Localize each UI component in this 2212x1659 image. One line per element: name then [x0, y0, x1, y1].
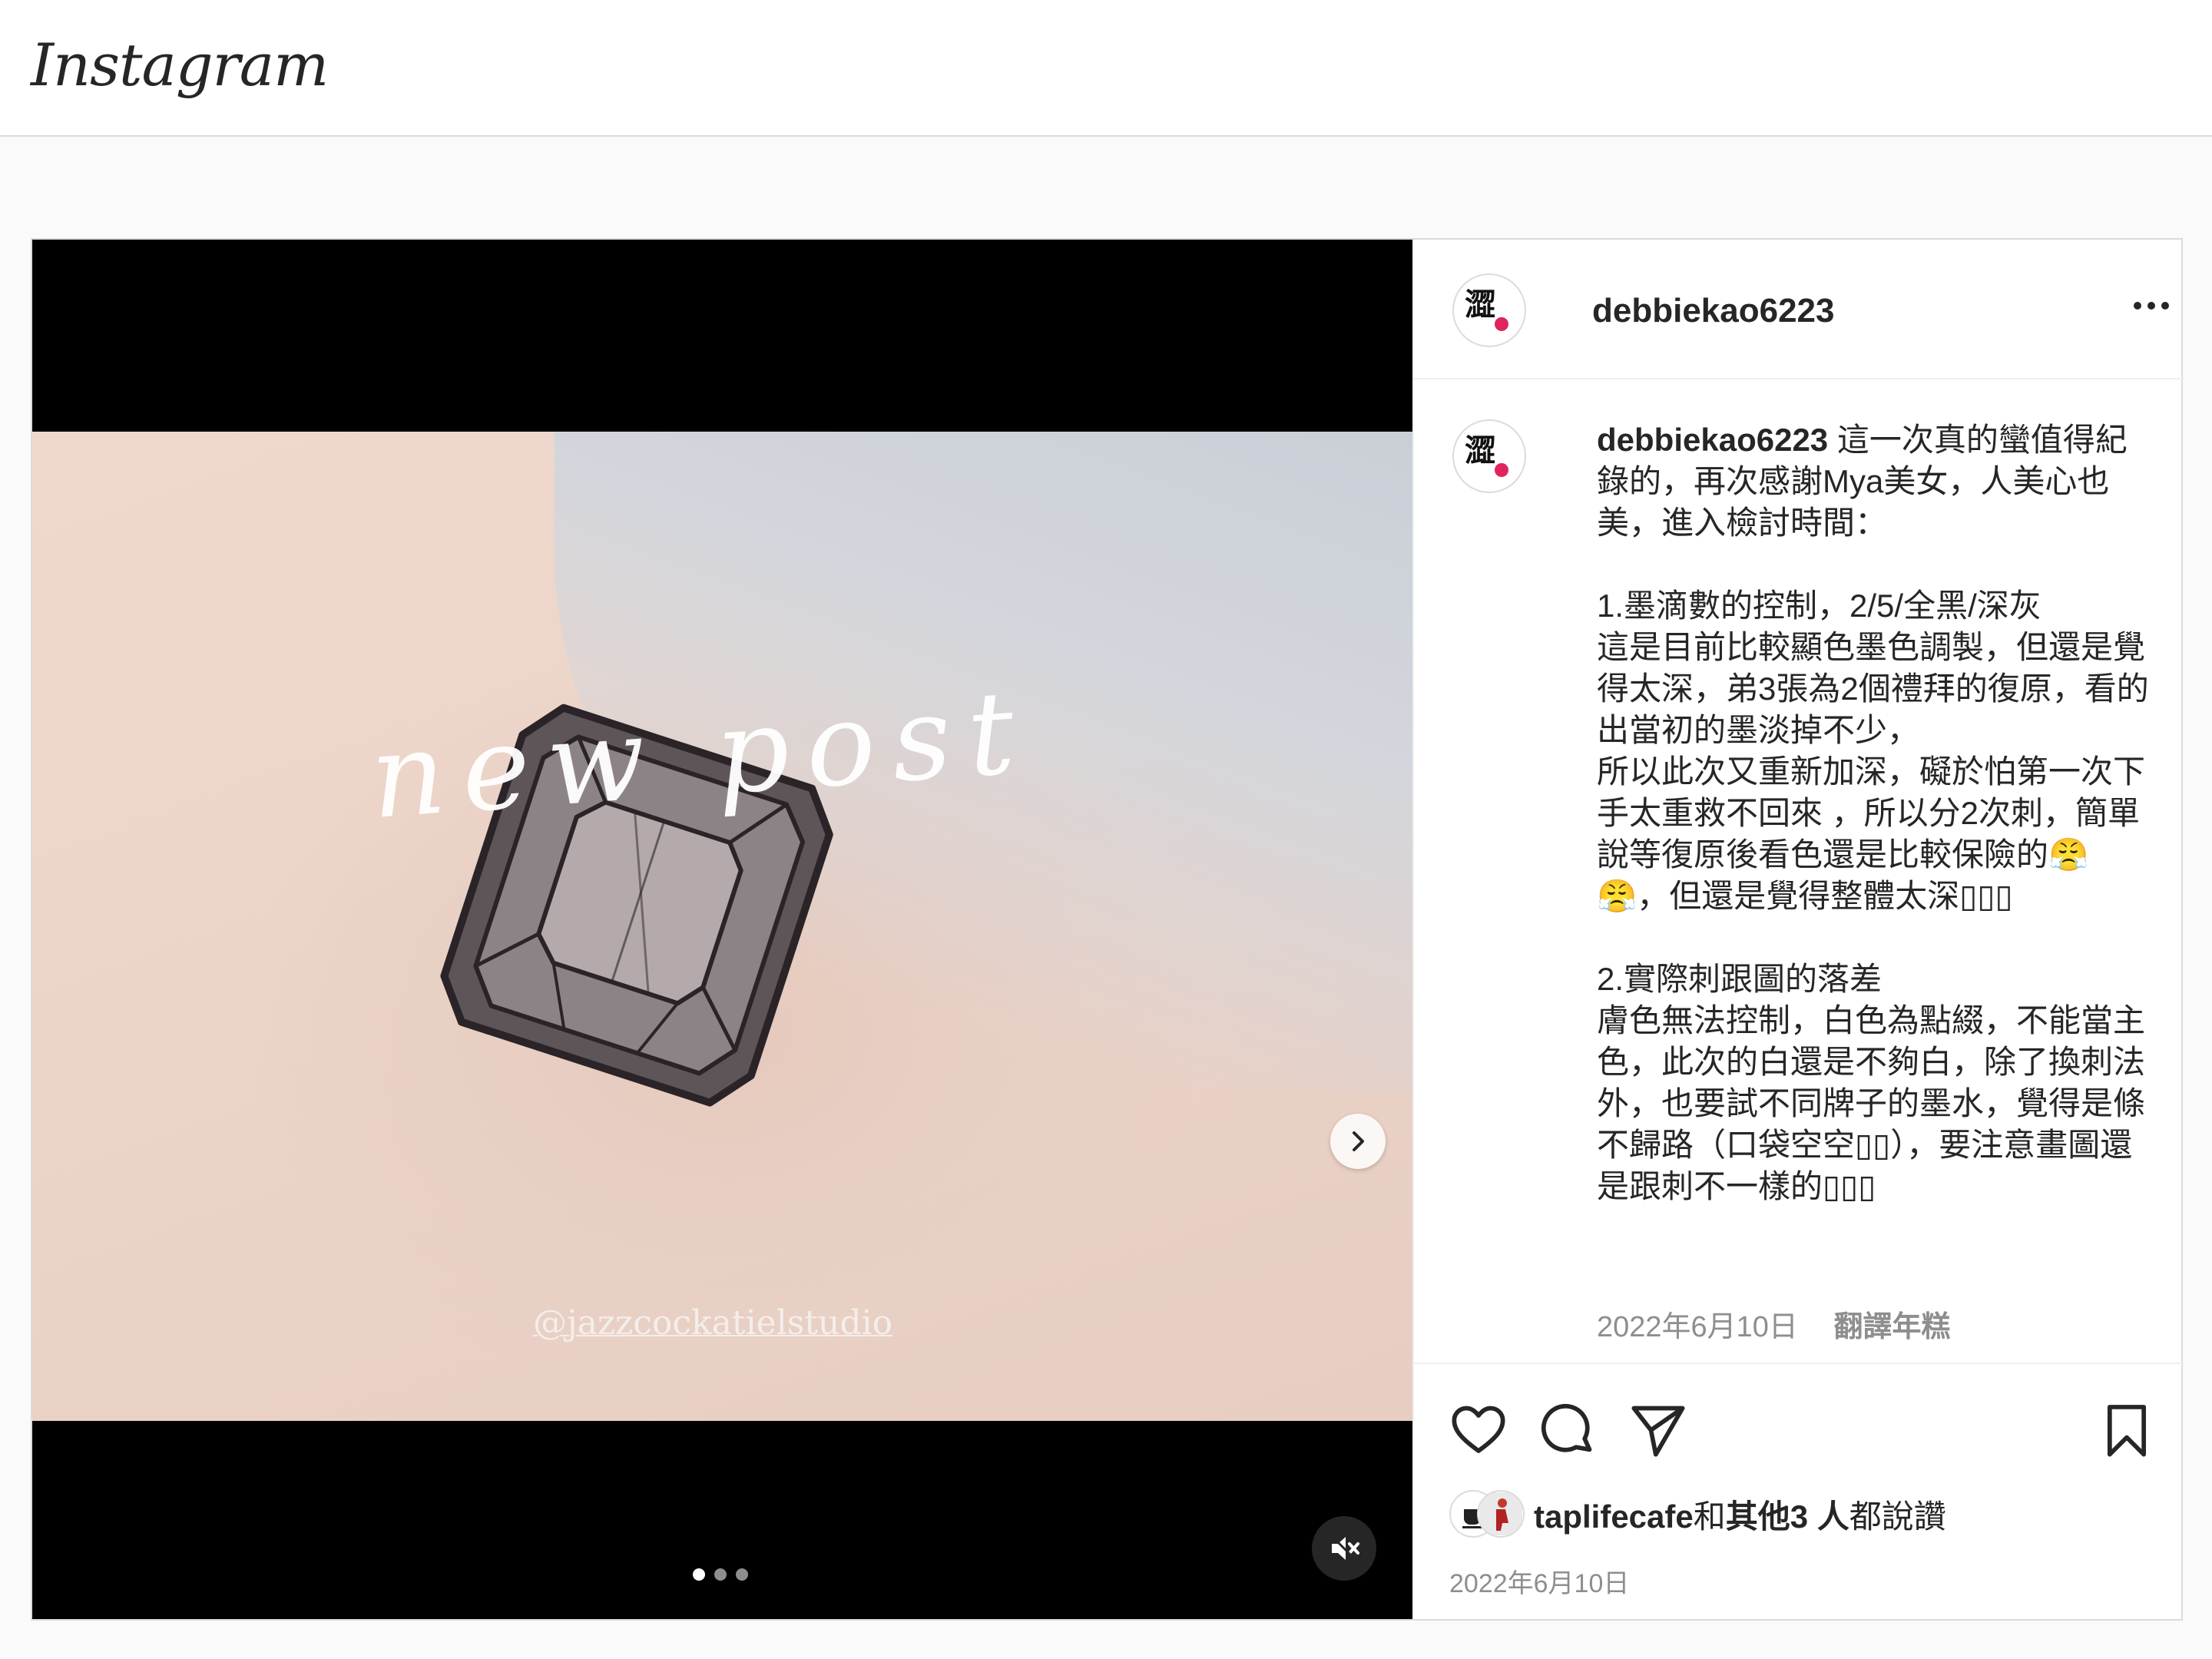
more-horizontal-icon — [2134, 302, 2169, 310]
more-options-button[interactable] — [2128, 290, 2174, 321]
gem-tattoo-illustration: new post — [366, 665, 1035, 1107]
chevron-right-icon — [1353, 1131, 1364, 1151]
top-bar: Instagram — [0, 0, 2212, 137]
svg-text:澀: 澀 — [1465, 287, 1495, 323]
avatar[interactable]: 澀 — [1452, 419, 1526, 493]
caption-date: 2022年6月10日 — [1597, 1311, 1798, 1343]
post-date[interactable]: 2022年6月10日 — [1449, 1562, 1629, 1600]
runner-avatar-logo — [1479, 1492, 1522, 1535]
carousel-indicator — [693, 1568, 748, 1581]
comment-button[interactable] — [1538, 1401, 1597, 1459]
carousel-dot-1 — [693, 1568, 705, 1581]
translate-button[interactable]: 翻譯年糕 — [1834, 1311, 1951, 1343]
avatar[interactable]: 澀 — [1452, 273, 1526, 347]
post-actions: taplifecafe和其他3 人都說讚 2022年6月10日 — [1414, 1363, 2184, 1619]
post-side-panel: 澀 debbiekao6223 澀 debbiekao6223 這一次真的蠻值得… — [1412, 240, 2184, 1619]
caption-text: 這一次真的蠻值得紀錄的，再次感謝Mya美女，人美心也美，進入檢討時間： 1.墨滴… — [1597, 422, 2149, 1204]
caption-username[interactable]: debbiekao6223 — [1597, 422, 1828, 458]
carousel-dot-2 — [714, 1568, 727, 1581]
post-container: new post @jazzcockatielstudio 澀 debbieka… — [31, 238, 2184, 1621]
heart-icon — [1452, 1406, 1505, 1453]
liked-by-text: taplifecafe和其他3 人都說讚 — [1534, 1491, 1946, 1538]
mute-toggle-button[interactable] — [1312, 1516, 1376, 1581]
avatar[interactable] — [1477, 1490, 1525, 1538]
speaker-muted-icon — [1329, 1533, 1359, 1564]
user-avatar-logo: 澀 — [1465, 433, 1508, 477]
save-button[interactable] — [2098, 1401, 2156, 1459]
instagram-logo[interactable]: Instagram — [31, 31, 329, 99]
new-post-overlay-text: new post — [366, 665, 1035, 845]
caption-meta: 2022年6月10日 翻譯年糕 — [1597, 1303, 1951, 1345]
carousel-next-button[interactable] — [1330, 1114, 1386, 1169]
svg-text:澀: 澀 — [1465, 433, 1495, 469]
share-button[interactable] — [1629, 1401, 1687, 1459]
caption-section: 澀 debbiekao6223 這一次真的蠻值得紀錄的，再次感謝Mya美女，人美… — [1414, 381, 2184, 1355]
liked-by-row: taplifecafe和其他3 人都說讚 — [1449, 1487, 1946, 1541]
studio-watermark: @jazzcockatielstudio — [533, 1303, 893, 1343]
carousel-dot-3 — [736, 1568, 748, 1581]
comment-bubble-icon — [1541, 1403, 1592, 1452]
liked-by-connector: 和 — [1693, 1498, 1726, 1535]
like-button[interactable] — [1449, 1401, 1508, 1459]
liked-by-user-link[interactable]: taplifecafe — [1534, 1498, 1694, 1535]
post-author-username[interactable]: debbiekao6223 — [1592, 292, 1835, 330]
post-caption: debbiekao6223 這一次真的蠻值得紀錄的，再次感謝Mya美女，人美心也… — [1597, 419, 2150, 1207]
liked-by-suffix: 都說讚 — [1849, 1498, 1946, 1535]
user-avatar-logo: 澀 — [1465, 287, 1508, 331]
post-media[interactable]: new post @jazzcockatielstudio — [32, 240, 1412, 1619]
liked-by-others-link[interactable]: 其他3 人 — [1726, 1498, 1849, 1535]
bookmark-icon — [2107, 1405, 2147, 1457]
paper-plane-icon — [1631, 1406, 1685, 1457]
post-header: 澀 debbiekao6223 — [1414, 240, 2184, 379]
media-frame: new post @jazzcockatielstudio — [32, 432, 1412, 1421]
